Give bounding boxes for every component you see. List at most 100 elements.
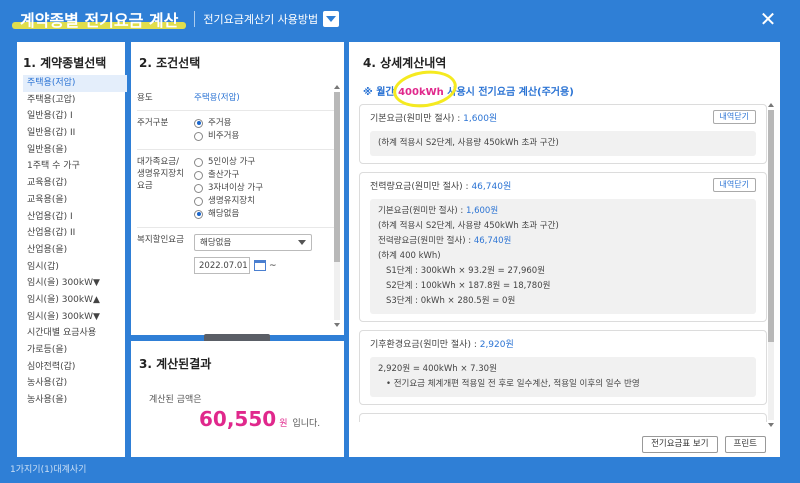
contract-type-item[interactable]: 농사용(갑) <box>23 375 127 392</box>
welfare-select[interactable]: 해당없음 <box>194 234 312 251</box>
condition-scroll-area: 용도 주택용(저압) 주거구분 주거용 비주거용 대가족요금/생명유지장치 요금 5… <box>137 86 335 322</box>
contract-type-item[interactable]: 교육용(갑) <box>23 175 127 192</box>
usage-guide-dropdown-button[interactable] <box>323 11 340 27</box>
print-button[interactable]: 프린트 <box>724 436 766 453</box>
detail-scroll-area: 기본요금(원미만 절사) : 1,600원 내역닫기 (하계 적용시 S2단계, 사… <box>359 104 767 422</box>
contract-type-item[interactable]: 임시(을) 300kW▲ <box>23 292 127 309</box>
contract-type-item[interactable]: 일반용(을) <box>23 142 127 159</box>
scroll-down-icon[interactable] <box>334 323 340 327</box>
contract-type-item[interactable]: 임시(갑) <box>23 259 127 276</box>
contract-type-item[interactable]: 가로등(을) <box>23 342 127 359</box>
contract-type-item[interactable]: 산업용(을) <box>23 242 127 259</box>
contract-type-item[interactable]: 농사용(을) <box>23 392 127 409</box>
discount-radio[interactable]: 생명유지장치 <box>194 195 335 207</box>
discount-radio-label: 3자녀이상 가구 <box>208 183 264 193</box>
residence-radio-label: 비주거용 <box>208 131 240 141</box>
usage-guide-link[interactable]: 전기요금계산기 사용방법 <box>203 11 318 27</box>
detail-card: 전력량요금(원미만 절사) : 46,740원 내역닫기기본요금(원미만 절사) … <box>359 172 767 322</box>
condition-scrollbar[interactable] <box>334 85 340 327</box>
detail-card-title: 연료비조정액(원미만 절사) : 2,000원 <box>370 420 756 422</box>
contract-type-panel: 1. 계약종별선택 주택용(저압) 주택용(고압) 일반용(갑) I 일반용(갑) I… <box>17 42 127 457</box>
contract-type-item[interactable]: 일반용(갑) I <box>23 108 127 125</box>
radio-icon[interactable] <box>194 157 203 167</box>
detail-card-value: 1,600원 <box>463 114 498 124</box>
detail-scroll-thumb[interactable] <box>768 110 774 342</box>
contract-type-title: 1. 계약종별선택 <box>23 56 107 70</box>
discount-radio[interactable]: 3자녀이상 가구 <box>194 182 335 194</box>
welfare-select-value: 해당없음 <box>200 237 232 248</box>
contract-type-item[interactable]: 시간대별 요금사용 <box>23 325 127 342</box>
close-detail-button[interactable]: 내역닫기 <box>712 178 756 192</box>
radio-icon[interactable] <box>194 196 203 206</box>
detail-card-body: 기본요금(원미만 절사) : 1,600원 (하계 적용시 S2단계, 사용량 4… <box>370 199 756 314</box>
discount-label: 대가족요금/생명유지장치 요금 <box>137 157 184 191</box>
close-detail-button[interactable]: 내역닫기 <box>712 110 756 124</box>
residence-radio-label: 주거용 <box>208 118 232 128</box>
scroll-up-icon[interactable] <box>768 103 774 107</box>
start-date-input[interactable]: 2022.07.01 <box>194 257 250 274</box>
detail-line: (하계 적용시 S2단계, 사용량 450kWh 초과 구간) <box>378 221 559 231</box>
usage-row: 용도 주택용(저압) <box>137 86 335 111</box>
condition-title: 2. 조건선택 <box>139 56 201 70</box>
detail-line-value: 46,740원 <box>473 236 512 246</box>
detail-line: 2,920원 = 400kWh × 7.30원 <box>378 364 497 374</box>
detail-line-value: 1,600원 <box>465 206 499 216</box>
result-amount: 60,550 <box>199 407 277 431</box>
result-unit: 원 <box>279 419 288 429</box>
usage-value: 주택용(저압) <box>194 93 240 103</box>
detail-card: 연료비조정액(원미만 절사) : 2,000원 <box>359 413 767 422</box>
close-icon[interactable]: ✕ <box>758 9 778 29</box>
contract-type-item[interactable]: 심야전력(갑) <box>23 359 127 376</box>
radio-icon[interactable] <box>194 170 203 180</box>
radio-icon[interactable] <box>194 131 203 141</box>
chevron-down-icon <box>298 240 306 245</box>
view-rate-table-button[interactable]: 전기요금표 보기 <box>642 436 718 453</box>
radio-icon[interactable] <box>194 118 203 128</box>
discount-radio[interactable]: 5인이상 가구 <box>194 156 335 168</box>
bottom-link[interactable]: 1가지기(1)대계사기 <box>10 462 86 475</box>
discount-radio-label: 5인이상 가구 <box>208 157 256 167</box>
title-bar: 계약종별 전기요금 계산 전기요금계산기 사용방법 ✕ <box>0 0 800 38</box>
discount-options: 5인이상 가구출산가구 3자녀이상 가구생명유지장치해당없음 <box>194 156 335 221</box>
contract-type-item[interactable]: 1주택 수 가구 <box>23 158 127 175</box>
contract-type-item[interactable]: 교육용(을) <box>23 192 127 209</box>
detail-scrollbar[interactable] <box>768 103 774 427</box>
result-label: 계산된 금액은 <box>149 395 202 405</box>
residence-radio[interactable]: 비주거용 <box>194 130 335 142</box>
detail-footer: 전기요금표 보기 프린트 <box>642 436 766 453</box>
detail-card-value: 2,920원 <box>479 340 514 350</box>
detail-card-body: (하계 적용시 S2단계, 사용량 450kWh 초과 구간) <box>370 131 756 156</box>
discount-row: 대가족요금/생명유지장치 요금 5인이상 가구출산가구 3자녀이상 가구생명유지장치… <box>137 150 335 228</box>
contract-type-item[interactable]: 주택용(저압) <box>23 75 127 92</box>
calendar-icon[interactable] <box>254 260 266 271</box>
radio-icon[interactable] <box>194 209 203 219</box>
date-separator: ~ <box>269 260 277 271</box>
detail-line: (하계 적용시 S2단계, 사용량 450kWh 초과 구간) <box>378 138 559 148</box>
detail-card-body: 2,920원 = 400kWh × 7.30원 • 전기요금 체계개편 적용일 전… <box>370 357 756 397</box>
radio-icon[interactable] <box>194 183 203 193</box>
modal-title: 계약종별 전기요금 계산 <box>12 7 187 31</box>
detail-card-title: 전력량요금(원미만 절사) : 46,740원 <box>370 182 512 192</box>
contract-type-item[interactable]: 산업용(갑) II <box>23 225 127 242</box>
detail-card-title: 기본요금(원미만 절사) : 1,600원 <box>370 114 498 124</box>
condition-scroll-thumb[interactable] <box>334 92 340 262</box>
date-row: 2022.07.01 ~ <box>194 257 335 274</box>
result-panel: 3. 계산된결과 계산된 금액은 60,550 원 입니다. <box>131 341 344 457</box>
detail-heading-suffix: 사용시 전기요금 계산(주거용) <box>443 87 574 98</box>
detail-line: S2단계 : 100kWh × 187.8원 = 18,780원 <box>386 281 551 291</box>
scroll-up-icon[interactable] <box>334 85 340 89</box>
contract-type-item[interactable]: 임시(을) 300kW▼ <box>23 309 127 326</box>
contract-type-item[interactable]: 임시(을) 300kW▼ <box>23 275 127 292</box>
scroll-down-icon[interactable] <box>768 423 774 427</box>
usage-label: 용도 <box>137 93 153 103</box>
contract-type-item[interactable]: 산업용(갑) I <box>23 209 127 226</box>
discount-radio-label: 생명유지장치 <box>208 196 255 206</box>
discount-radio[interactable]: 해당없음 <box>194 208 335 220</box>
residence-radio[interactable]: 주거용 <box>194 117 335 129</box>
contract-type-item[interactable]: 일반용(갑) II <box>23 125 127 142</box>
contract-type-item[interactable]: 주택용(고압) <box>23 92 127 109</box>
detail-line: 기본요금(원미만 절사) : 1,600원 <box>378 206 499 216</box>
detail-card: 기본요금(원미만 절사) : 1,600원 내역닫기 (하계 적용시 S2단계, 사… <box>359 104 767 164</box>
discount-radio[interactable]: 출산가구 <box>194 169 335 181</box>
detail-line: S1단계 : 300kWh × 93.2원 = 27,960원 <box>386 266 546 276</box>
